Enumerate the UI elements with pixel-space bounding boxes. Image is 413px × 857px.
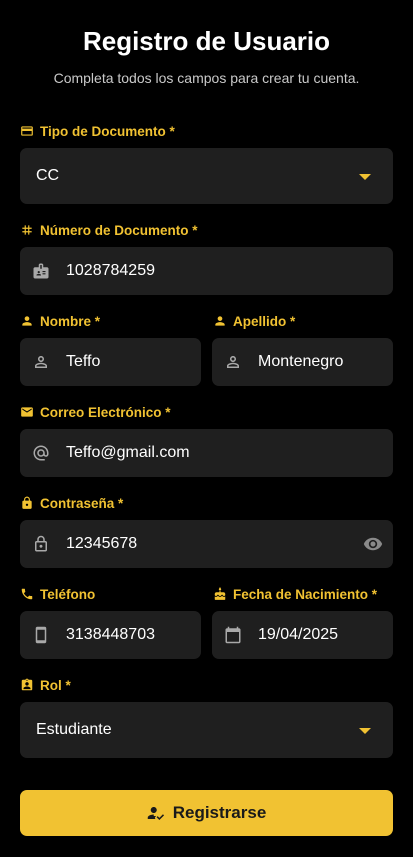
envelope-icon	[21, 407, 33, 417]
first-name-label-text: Nombre *	[40, 313, 101, 329]
document-number-field[interactable]: 1028784259	[20, 247, 393, 295]
last-name-label-text: Apellido *	[233, 313, 296, 329]
phone-field[interactable]: 3138448703	[20, 611, 201, 659]
last-name-field[interactable]: Montenegro	[212, 338, 393, 386]
lock-icon	[22, 496, 32, 509]
person-icon	[22, 316, 32, 326]
hash-icon	[22, 225, 32, 235]
email-value: Teffo@gmail.com	[66, 444, 190, 461]
document-type-label-text: Tipo de Documento *	[40, 123, 175, 139]
role-value: Estudiante	[36, 721, 112, 738]
birth-date-value: 19/04/2025	[258, 626, 339, 643]
document-type-label: Tipo de Documento *	[20, 122, 175, 140]
dropdown-caret-icon	[359, 728, 371, 734]
email-field[interactable]: Teffo@gmail.com	[20, 429, 393, 477]
document-number-label: Número de Documento *	[20, 221, 198, 239]
register-button[interactable]: Registrarse	[20, 790, 393, 836]
password-label: Contraseña *	[20, 494, 123, 512]
last-name-label: Apellido *	[213, 312, 295, 330]
email-label: Correo Electrónico *	[20, 403, 171, 421]
at-icon	[33, 445, 49, 461]
document-number-value: 1028784259	[66, 262, 155, 279]
first-name-label: Nombre *	[20, 312, 100, 330]
person-icon	[215, 316, 225, 326]
smartphone-icon	[35, 626, 47, 644]
document-number-label-text: Número de Documento *	[40, 222, 198, 238]
phone-value: 3138448703	[66, 626, 155, 643]
dropdown-caret-icon	[359, 174, 371, 180]
badge-icon	[33, 263, 49, 279]
calendar-icon	[225, 626, 241, 644]
page-subtitle: Completa todos los campos para crear tu …	[53, 70, 360, 86]
page-title: Registro de Usuario	[82, 26, 331, 56]
email-label-text: Correo Electrónico *	[40, 404, 171, 420]
credit-card-icon	[21, 126, 33, 136]
first-name-field[interactable]: Teffo	[20, 338, 201, 386]
phone-label: Teléfono	[20, 585, 95, 603]
person-outline-icon	[227, 356, 239, 368]
birth-date-field[interactable]: 19/04/2025	[212, 611, 393, 659]
role-label: Rol *	[20, 676, 71, 694]
contact-icon	[21, 678, 33, 691]
password-field[interactable]: 12345678	[20, 520, 393, 568]
role-label-text: Rol *	[40, 677, 71, 693]
document-type-value: CC	[36, 167, 60, 184]
person-outline-icon	[35, 356, 47, 368]
password-value: 12345678	[66, 535, 138, 552]
eye-icon[interactable]	[363, 534, 383, 554]
phone-label-text: Teléfono	[40, 586, 96, 602]
register-button-label: Registrarse	[172, 803, 267, 822]
cake-icon	[214, 587, 226, 600]
first-name-value: Teffo	[66, 353, 101, 370]
password-label-text: Contraseña *	[40, 495, 124, 511]
phone-icon	[21, 588, 33, 600]
document-type-select[interactable]: CC	[20, 148, 393, 204]
last-name-value: Montenegro	[258, 353, 344, 370]
role-select[interactable]: Estudiante	[20, 702, 393, 758]
person-check-icon	[147, 807, 164, 820]
lock-outline-icon	[35, 535, 47, 552]
birth-date-label-text: Fecha de Nacimiento *	[233, 586, 378, 602]
birth-date-label: Fecha de Nacimiento *	[213, 585, 377, 603]
